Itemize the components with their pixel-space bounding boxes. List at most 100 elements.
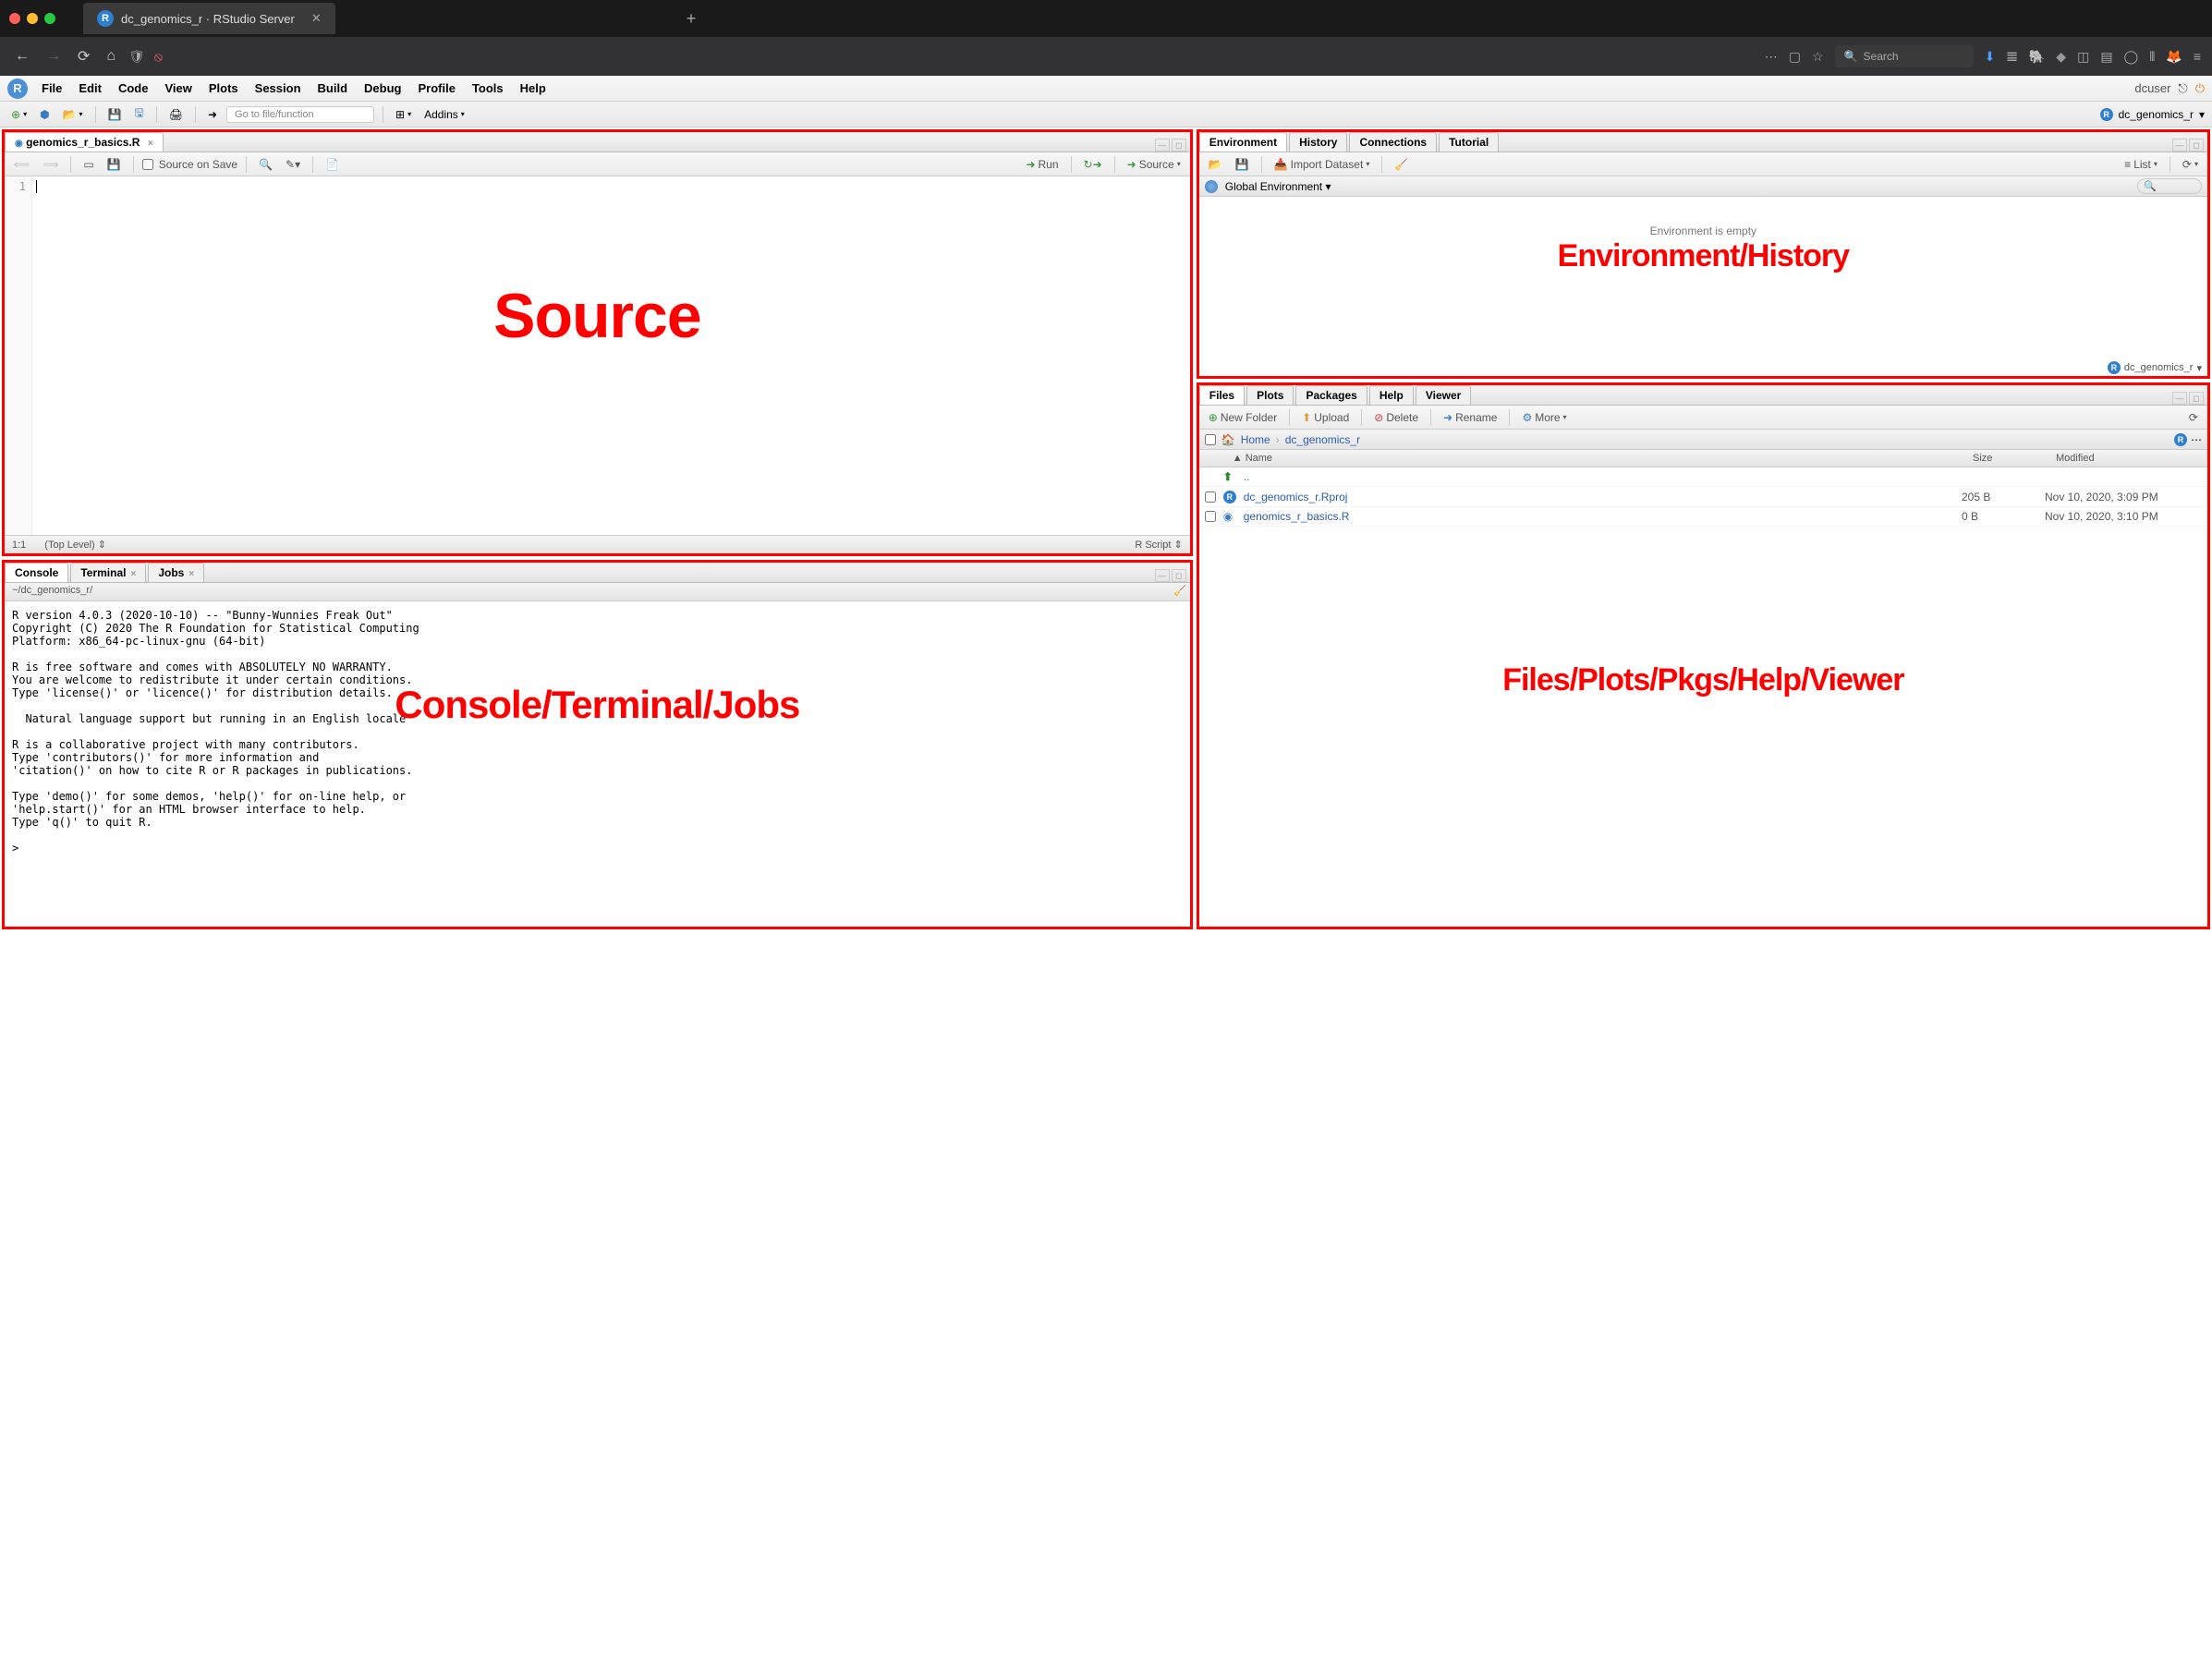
grid-button[interactable]: ⊞▾	[392, 106, 415, 123]
breadcrumb-home[interactable]: Home	[1241, 433, 1270, 446]
insecure-connection-icon[interactable]: ⦸	[154, 49, 163, 65]
load-workspace-icon[interactable]: 📂	[1205, 156, 1226, 173]
forward-button[interactable]: →	[43, 44, 65, 68]
new-file-button[interactable]: ⊕▾	[7, 106, 30, 123]
rstudio-logo-icon[interactable]: R	[7, 79, 28, 99]
browser-tab[interactable]: R dc_genomics_r · RStudio Server ✕	[83, 3, 335, 34]
tab-terminal[interactable]: Terminal×	[70, 563, 146, 582]
maximize-window-button[interactable]	[44, 13, 55, 24]
re-run-button[interactable]: ↻➜	[1080, 156, 1106, 173]
find-icon[interactable]: 🔍	[255, 156, 276, 173]
menu-file[interactable]: File	[42, 81, 62, 95]
env-scope-selector[interactable]: Global Environment ▾	[1225, 180, 1331, 193]
hamburger-menu-icon[interactable]: ≡	[2194, 49, 2201, 64]
breadcrumb-folder[interactable]: dc_genomics_r	[1285, 433, 1360, 446]
minimize-pane-button[interactable]: —	[2172, 392, 2187, 405]
minimize-window-button[interactable]	[27, 13, 38, 24]
scope-selector[interactable]: (Top Level) ⇕	[44, 539, 106, 551]
file-checkbox[interactable]	[1205, 511, 1216, 522]
tab-viewer[interactable]: Viewer	[1416, 385, 1471, 405]
home-button[interactable]: ⌂	[103, 44, 119, 68]
show-in-new-window-icon[interactable]: ▭	[79, 156, 97, 173]
ruler-icon[interactable]: ⦀	[2149, 49, 2155, 65]
minimize-pane-button[interactable]: —	[1155, 139, 1170, 152]
menu-debug[interactable]: Debug	[364, 81, 401, 95]
browser-search-input[interactable]: 🔍 Search	[1835, 45, 1974, 67]
clear-console-icon[interactable]: 🧹	[1173, 585, 1186, 597]
maximize-pane-button[interactable]: ◻	[1172, 569, 1186, 582]
forward-nav-icon[interactable]: ⟹	[39, 156, 62, 173]
refresh-files-icon[interactable]: ⟳	[2185, 409, 2202, 426]
menu-plots[interactable]: Plots	[209, 81, 238, 95]
working-directory[interactable]: ~/dc_genomics_r/	[12, 585, 92, 596]
addins-button[interactable]: Addins ▾	[420, 106, 468, 123]
menu-tools[interactable]: Tools	[472, 81, 504, 95]
open-file-button[interactable]: 📂▾	[59, 106, 87, 123]
maximize-pane-button[interactable]: ◻	[1172, 139, 1186, 152]
file-name[interactable]: dc_genomics_r.Rproj	[1244, 491, 1962, 503]
reader-view-icon[interactable]: ▢	[1789, 49, 1801, 65]
go-to-arrow[interactable]: ➜	[204, 106, 221, 123]
tab-console[interactable]: Console	[5, 563, 68, 582]
print-button[interactable]: 🖨	[165, 106, 187, 123]
col-name[interactable]: ▲ Name	[1199, 450, 1967, 467]
wand-icon[interactable]: ✎▾	[282, 156, 304, 173]
file-name[interactable]: genomics_r_basics.R	[1244, 510, 1962, 523]
tab-tutorial[interactable]: Tutorial	[1439, 132, 1499, 152]
save-file-button[interactable]: 💾	[103, 156, 125, 173]
select-all-checkbox[interactable]	[1205, 434, 1216, 445]
compile-report-icon[interactable]: 📄	[322, 156, 343, 173]
refresh-env-icon[interactable]: ⟳▾	[2179, 156, 2202, 173]
tab-packages[interactable]: Packages	[1295, 385, 1367, 405]
more-button[interactable]: ⚙ More ▾	[1518, 409, 1570, 426]
menu-code[interactable]: Code	[118, 81, 149, 95]
menu-profile[interactable]: Profile	[418, 81, 455, 95]
parent-dir-row[interactable]: ⬆ ..	[1199, 467, 2207, 487]
menu-session[interactable]: Session	[255, 81, 301, 95]
tracking-protection-icon[interactable]: 🛡	[128, 49, 145, 65]
env-search-input[interactable]: 🔍	[2137, 178, 2202, 194]
tab-history[interactable]: History	[1289, 132, 1347, 152]
file-checkbox[interactable]	[1205, 491, 1216, 503]
minimize-pane-button[interactable]: —	[1155, 569, 1170, 582]
tab-environment[interactable]: Environment	[1199, 132, 1287, 152]
maximize-pane-button[interactable]: ◻	[2189, 139, 2204, 152]
rename-button[interactable]: ➜ Rename	[1440, 409, 1501, 426]
view-list-button[interactable]: ≡ List ▾	[2121, 156, 2161, 173]
editor-body[interactable]: 1	[5, 176, 1190, 535]
close-window-button[interactable]	[9, 13, 20, 24]
console-output[interactable]: R version 4.0.3 (2020-10-10) -- "Bunny-W…	[5, 601, 1190, 927]
evernote-icon[interactable]: 🐘	[2029, 49, 2045, 65]
account-icon[interactable]: ◯	[2124, 49, 2139, 65]
back-button[interactable]: ←	[11, 44, 33, 68]
quit-session-icon[interactable]: ⏻	[2195, 81, 2205, 96]
save-workspace-icon[interactable]: 💾	[1232, 156, 1253, 173]
env-footer-project[interactable]: R dc_genomics_r ▾	[2108, 361, 2202, 374]
tab-help[interactable]: Help	[1369, 385, 1414, 405]
new-project-button[interactable]: ⬢	[36, 106, 53, 123]
back-nav-icon[interactable]: ⟸	[10, 156, 33, 173]
more-actions-icon[interactable]: ⋯	[1765, 49, 1778, 65]
col-modified[interactable]: Modified	[2050, 450, 2207, 467]
path-more-icon[interactable]: ⋯	[2191, 433, 2202, 446]
source-button[interactable]: ➜ Source ▾	[1124, 156, 1185, 173]
project-name[interactable]: dc_genomics_r	[2119, 108, 2194, 121]
run-button[interactable]: ➜ Run	[1022, 156, 1062, 173]
go-to-file-input[interactable]: Go to file/function	[226, 106, 374, 123]
code-editor[interactable]	[32, 176, 1190, 535]
col-size[interactable]: Size	[1967, 450, 2050, 467]
save-all-button[interactable]: 🖫	[130, 103, 147, 126]
pdf-icon[interactable]: ▤	[2100, 49, 2112, 65]
minimize-pane-button[interactable]: —	[2172, 139, 2187, 152]
fox-icon[interactable]: 🦊	[2166, 49, 2182, 65]
delete-button[interactable]: ⊘ Delete	[1370, 409, 1422, 426]
menu-help[interactable]: Help	[520, 81, 546, 95]
menu-build[interactable]: Build	[318, 81, 348, 95]
file-row[interactable]: ◉ genomics_r_basics.R 0 B Nov 10, 2020, …	[1199, 507, 2207, 527]
menu-edit[interactable]: Edit	[79, 81, 102, 95]
source-tab[interactable]: ◉ genomics_r_basics.R ×	[5, 132, 164, 152]
rproject-icon[interactable]: R	[2174, 433, 2187, 446]
upload-button[interactable]: ⬆ Upload	[1298, 409, 1353, 426]
project-dropdown-icon[interactable]: ▾	[2199, 108, 2205, 121]
tab-jobs[interactable]: Jobs×	[148, 563, 204, 582]
